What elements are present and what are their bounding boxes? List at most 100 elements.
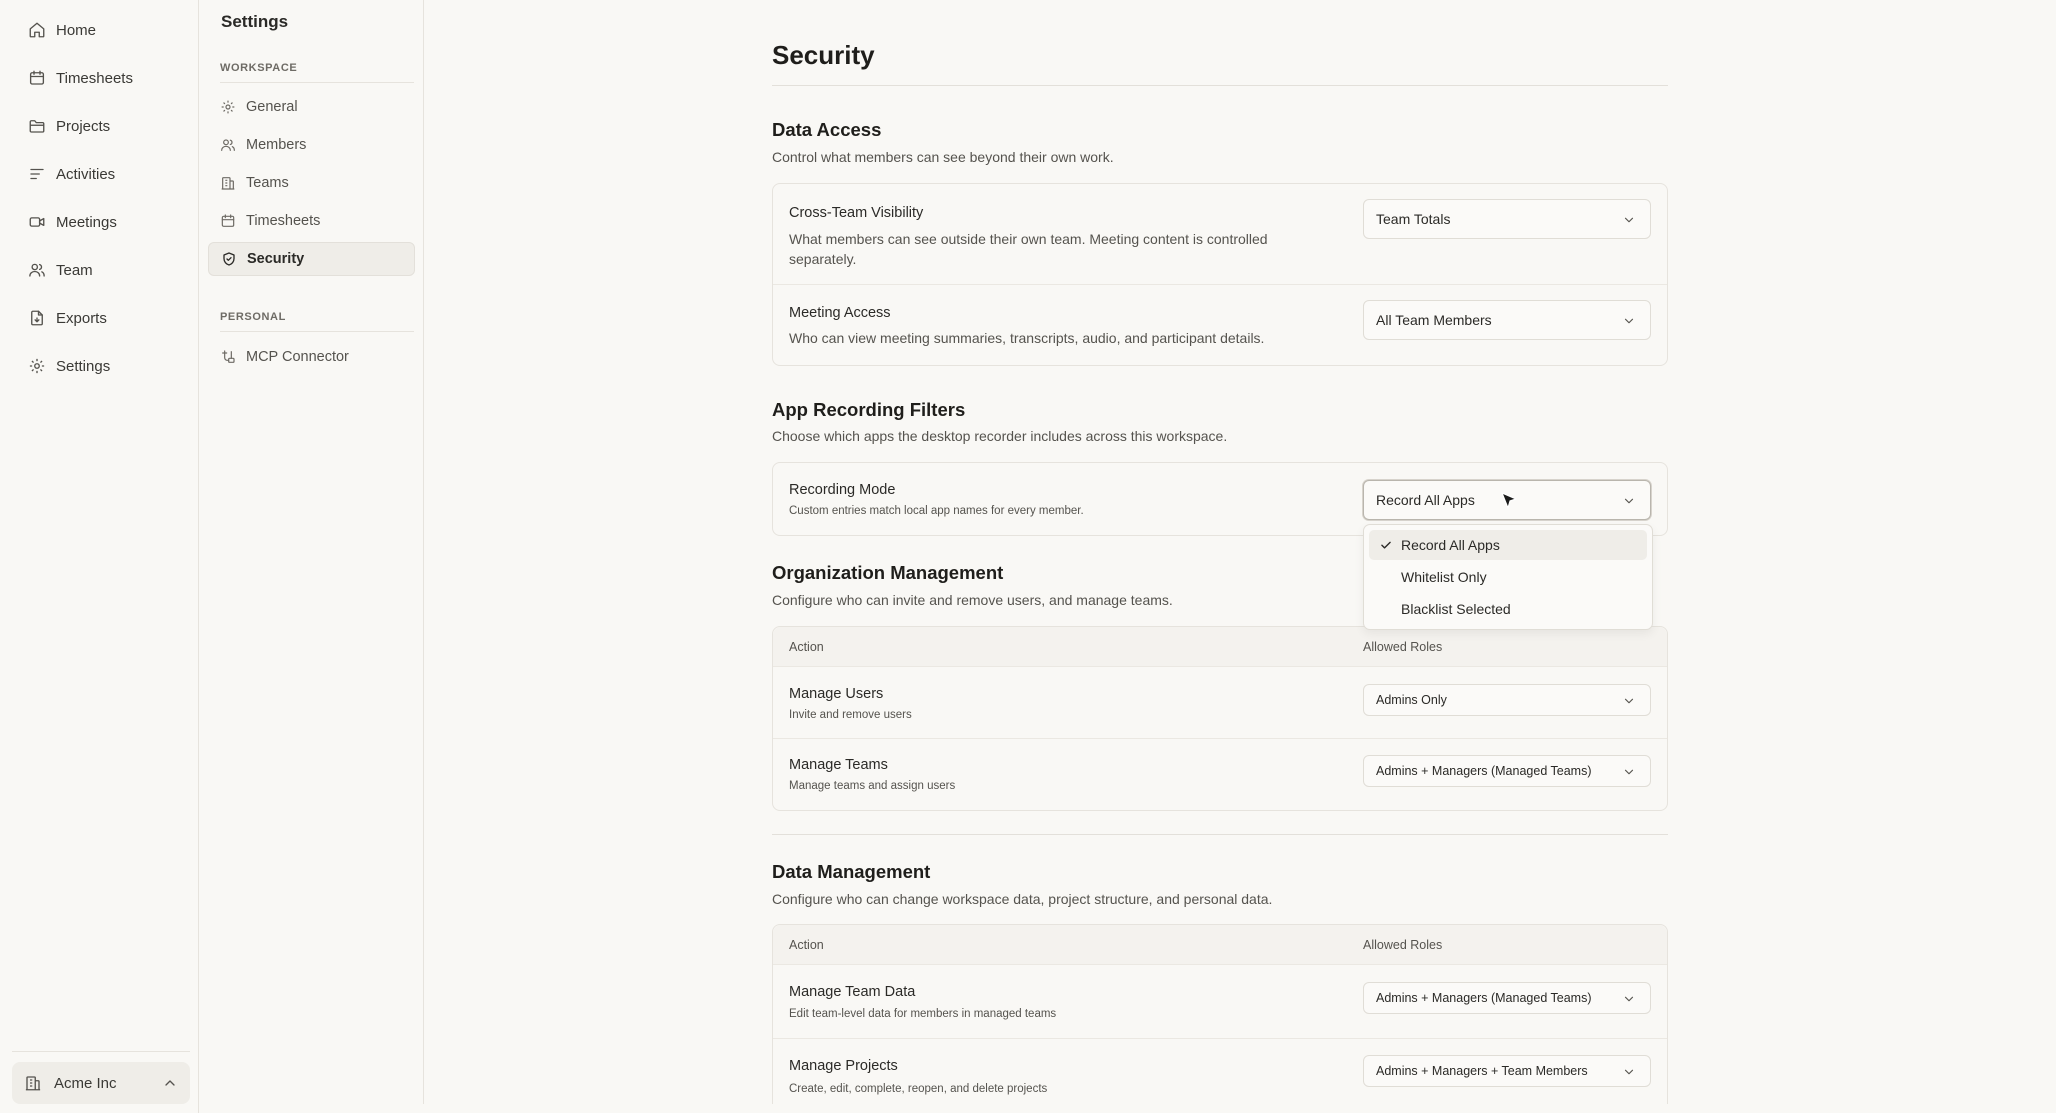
app-recording-title: App Recording Filters [772, 399, 966, 420]
app-recording-description: Choose which apps the desktop recorder i… [772, 428, 1228, 444]
setting-description: Custom entries match local app names for… [789, 505, 1084, 517]
select-value: Admins + Managers + Team Members [1376, 1064, 1588, 1078]
section-divider [772, 834, 1668, 835]
meeting-access-select[interactable]: All Team Members [1363, 300, 1651, 340]
nav-item-label: Activities [56, 165, 116, 183]
setting-row-cross-team-visibility: Cross-Team Visibility What members can s… [773, 184, 1667, 284]
settings-item-label: General [246, 99, 298, 115]
chevron-down-icon [1622, 314, 1636, 328]
table-header: Action Allowed Roles [773, 925, 1667, 965]
gear-icon [220, 99, 236, 115]
data-access-card: Cross-Team Visibility What members can s… [772, 183, 1668, 366]
settings-item-label: MCP Connector [246, 349, 349, 365]
settings-item-timesheets[interactable]: Timesheets [208, 204, 415, 238]
manage-projects-roles-select[interactable]: Admins + Managers + Team Members [1363, 1055, 1651, 1087]
nav-item-label: Projects [56, 117, 111, 135]
settings-item-label: Teams [246, 175, 289, 191]
option-label: Whitelist Only [1401, 569, 1487, 585]
select-value: Admins Only [1376, 693, 1447, 707]
column-header-allowed-roles: Allowed Roles [1363, 938, 1443, 952]
nav-item-team[interactable]: Team [12, 250, 188, 290]
select-value: Team Totals [1376, 211, 1451, 227]
option-label: Record All Apps [1401, 537, 1500, 553]
nav-item-projects[interactable]: Projects [12, 106, 188, 146]
data-management-table: Action Allowed Roles Manage Team Data Ed… [772, 924, 1668, 1104]
cross-team-visibility-select[interactable]: Team Totals [1363, 199, 1651, 239]
settings-item-mcp-connector[interactable]: MCP Connector [208, 340, 415, 374]
nav-item-label: Team [56, 261, 93, 279]
nav-item-timesheets[interactable]: Timesheets [12, 58, 188, 98]
users-icon [28, 261, 46, 279]
settings-item-general[interactable]: General [208, 90, 415, 124]
setting-title: Manage Teams [789, 757, 888, 773]
activity-lines-icon [28, 165, 46, 183]
chevron-down-icon [1622, 992, 1636, 1006]
connector-icon [220, 349, 236, 365]
video-icon [28, 213, 46, 231]
nav-item-settings[interactable]: Settings [12, 346, 188, 386]
gear-icon [28, 357, 46, 375]
chevron-up-icon [162, 1075, 178, 1091]
settings-item-teams[interactable]: Teams [208, 166, 415, 200]
folder-icon [28, 117, 46, 135]
settings-item-security[interactable]: Security [208, 242, 415, 276]
table-row: Manage Users Invite and remove users Adm… [773, 668, 1667, 738]
data-management-title: Data Management [772, 861, 931, 882]
column-header-action: Action [789, 938, 824, 952]
nav-divider [12, 1051, 190, 1052]
workspace-switcher[interactable]: Acme Inc [12, 1062, 190, 1104]
nav-item-exports[interactable]: Exports [12, 298, 188, 338]
org-management-description: Configure who can invite and remove user… [772, 592, 1173, 608]
select-value: Record All Apps [1376, 492, 1475, 508]
section-divider [220, 331, 414, 332]
manage-teams-roles-select[interactable]: Admins + Managers (Managed Teams) [1363, 755, 1651, 787]
settings-item-members[interactable]: Members [208, 128, 415, 162]
nav-item-label: Meetings [56, 213, 117, 231]
manage-team-data-roles-select[interactable]: Admins + Managers (Managed Teams) [1363, 982, 1651, 1014]
setting-description: Manage teams and assign users [789, 780, 956, 792]
settings-nav: Settings WORKSPACE General Members Teams… [200, 0, 424, 1104]
calendar-icon [220, 213, 236, 229]
users-icon [220, 137, 236, 153]
option-whitelist-only[interactable]: Whitelist Only [1369, 562, 1647, 592]
option-record-all-apps[interactable]: Record All Apps [1369, 530, 1647, 560]
setting-title: Recording Mode [789, 482, 896, 498]
personal-section-label: PERSONAL [220, 311, 286, 323]
chevron-down-icon [1622, 1065, 1636, 1079]
setting-title: Manage Projects [789, 1058, 898, 1074]
data-access-description: Control what members can see beyond thei… [772, 149, 1114, 165]
primary-nav: Home Timesheets Projects Activities Meet… [0, 0, 199, 1113]
setting-description: What members can see outside their own t… [789, 231, 1268, 267]
building-icon [220, 175, 236, 191]
select-value: Admins + Managers (Managed Teams) [1376, 991, 1592, 1005]
recording-mode-dropdown: Record All Apps Whitelist Only Blacklist… [1363, 524, 1653, 630]
table-header: Action Allowed Roles [773, 627, 1667, 667]
option-label: Blacklist Selected [1401, 601, 1511, 617]
chevron-down-icon [1622, 213, 1636, 227]
setting-description: Create, edit, complete, reopen, and dele… [789, 1083, 1048, 1095]
page-title: Security [772, 40, 875, 70]
table-row: Manage Team Data Edit team-level data fo… [773, 966, 1667, 1038]
setting-description: Edit team-level data for members in mana… [789, 1008, 1057, 1020]
settings-item-label: Security [247, 251, 305, 267]
chevron-down-icon [1622, 765, 1636, 779]
nav-item-meetings[interactable]: Meetings [12, 202, 188, 242]
option-blacklist-selected[interactable]: Blacklist Selected [1369, 594, 1647, 624]
setting-description: Who can view meeting summaries, transcri… [789, 330, 1265, 346]
setting-row-meeting-access: Meeting Access Who can view meeting summ… [773, 285, 1667, 365]
table-row: Manage Projects Create, edit, complete, … [773, 1039, 1667, 1105]
select-value: Admins + Managers (Managed Teams) [1376, 764, 1592, 778]
nav-item-home[interactable]: Home [12, 10, 188, 50]
manage-users-roles-select[interactable]: Admins Only [1363, 684, 1651, 716]
nav-item-activities[interactable]: Activities [12, 154, 188, 194]
select-value: All Team Members [1376, 312, 1492, 328]
home-icon [28, 21, 46, 39]
column-header-allowed-roles: Allowed Roles [1363, 640, 1443, 654]
chevron-down-icon [1622, 694, 1636, 708]
settings-title: Settings [221, 12, 289, 31]
nav-item-label: Timesheets [56, 69, 133, 87]
nav-item-label: Settings [56, 357, 111, 375]
title-divider [772, 85, 1668, 86]
chevron-down-icon [1622, 494, 1636, 508]
workspace-name: Acme Inc [54, 1074, 117, 1092]
